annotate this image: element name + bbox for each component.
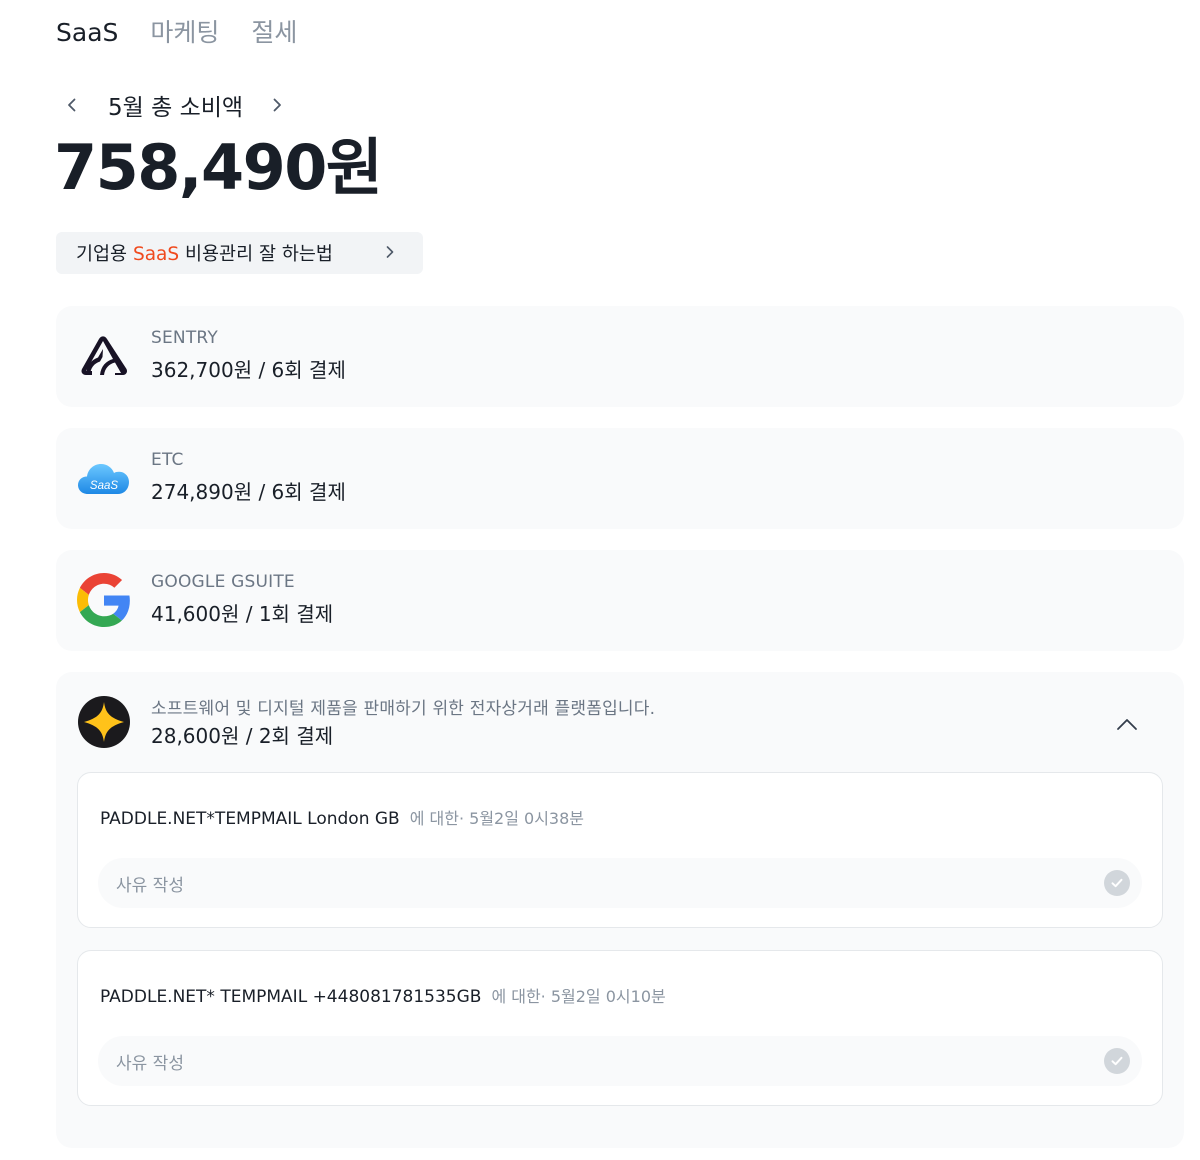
month-label: 5월 총 소비액 (108, 95, 244, 121)
vendor-card-ecommerce-platform: 소프트웨어 및 디지털 제품을 판매하기 위한 전자상거래 플랫폼입니다. 28… (56, 672, 1184, 1148)
vendor-amount: 362,700원 / 6회 결제 (151, 358, 346, 382)
month-selector: 5월 총 소비액 (56, 86, 293, 124)
transaction-line: PADDLE.NET*TEMPMAIL London GB 에 대한· 5월2일… (100, 805, 584, 829)
vendor-card-etc[interactable]: SaaS ETC 274,890원 / 6회 결제 (56, 428, 1184, 529)
chevron-right-icon (273, 98, 281, 112)
tab-tax-saving[interactable]: 절세 (251, 14, 297, 52)
transaction-meta: 에 대한· 5월2일 0시38분 (409, 809, 585, 828)
next-month-button[interactable] (261, 86, 293, 124)
vendor-name: GOOGLE GSUITE (151, 572, 295, 592)
reason-input[interactable]: 사유 작성 (98, 1036, 1142, 1086)
vendor-card-google-gsuite[interactable]: GOOGLE GSUITE 41,600원 / 1회 결제 (56, 550, 1184, 651)
banner-accent: SaaS (132, 244, 180, 265)
transaction-merchant: PADDLE.NET*TEMPMAIL London GB (100, 809, 400, 829)
banner-text: 기업용 SaaS 비용관리 잘 하는법 (76, 240, 333, 266)
prev-month-button[interactable] (56, 86, 88, 124)
vendor-name: ETC (151, 450, 184, 470)
saas-cost-guide-banner[interactable]: 기업용 SaaS 비용관리 잘 하는법 (56, 232, 423, 274)
reason-placeholder: 사유 작성 (116, 1053, 184, 1074)
check-icon[interactable] (1104, 870, 1130, 896)
check-icon[interactable] (1104, 1048, 1130, 1074)
transaction-item: PADDLE.NET*TEMPMAIL London GB 에 대한· 5월2일… (77, 772, 1163, 928)
transaction-meta: 에 대한· 5월2일 0시10분 (491, 987, 666, 1006)
banner-suffix: 비용관리 잘 하는법 (179, 244, 333, 265)
transaction-merchant: PADDLE.NET* TEMPMAIL +448081781535GB (100, 987, 482, 1007)
chevron-up-icon (1117, 719, 1137, 730)
transaction-item: PADDLE.NET* TEMPMAIL +448081781535GB 에 대… (77, 950, 1163, 1106)
tab-saas[interactable]: SaaS (56, 14, 118, 52)
banner-prefix: 기업용 (76, 244, 133, 265)
vendor-card-sentry[interactable]: SENTRY 362,700원 / 6회 결제 (56, 306, 1184, 407)
vendor-amount: 274,890원 / 6회 결제 (151, 480, 346, 504)
saas-cloud-icon: SaaS (76, 450, 132, 506)
star-logo-icon (76, 694, 132, 750)
tab-marketing[interactable]: 마케팅 (150, 14, 219, 52)
reason-placeholder: 사유 작성 (116, 875, 184, 896)
category-tabs: SaaS 마케팅 절세 (56, 14, 297, 52)
chevron-right-icon (386, 246, 394, 258)
sentry-logo-icon (76, 328, 132, 384)
vendor-amount: 28,600원 / 2회 결제 (151, 724, 334, 748)
saas-spend-page: SaaS 마케팅 절세 5월 총 소비액 758,490원 기업용 SaaS 비… (0, 0, 1200, 1160)
chevron-left-icon (68, 98, 76, 112)
vendor-amount: 41,600원 / 1회 결제 (151, 602, 334, 626)
reason-input[interactable]: 사유 작성 (98, 858, 1142, 908)
total-spend-amount: 758,490원 (54, 131, 383, 204)
vendor-name: SENTRY (151, 328, 218, 348)
collapse-button[interactable] (1114, 712, 1140, 738)
cloud-icon-text: SaaS (90, 480, 118, 492)
vendor-name: 소프트웨어 및 디지털 제품을 판매하기 위한 전자상거래 플랫폼입니다. (151, 699, 656, 719)
transaction-line: PADDLE.NET* TEMPMAIL +448081781535GB 에 대… (100, 983, 666, 1007)
google-logo-icon (76, 572, 132, 628)
